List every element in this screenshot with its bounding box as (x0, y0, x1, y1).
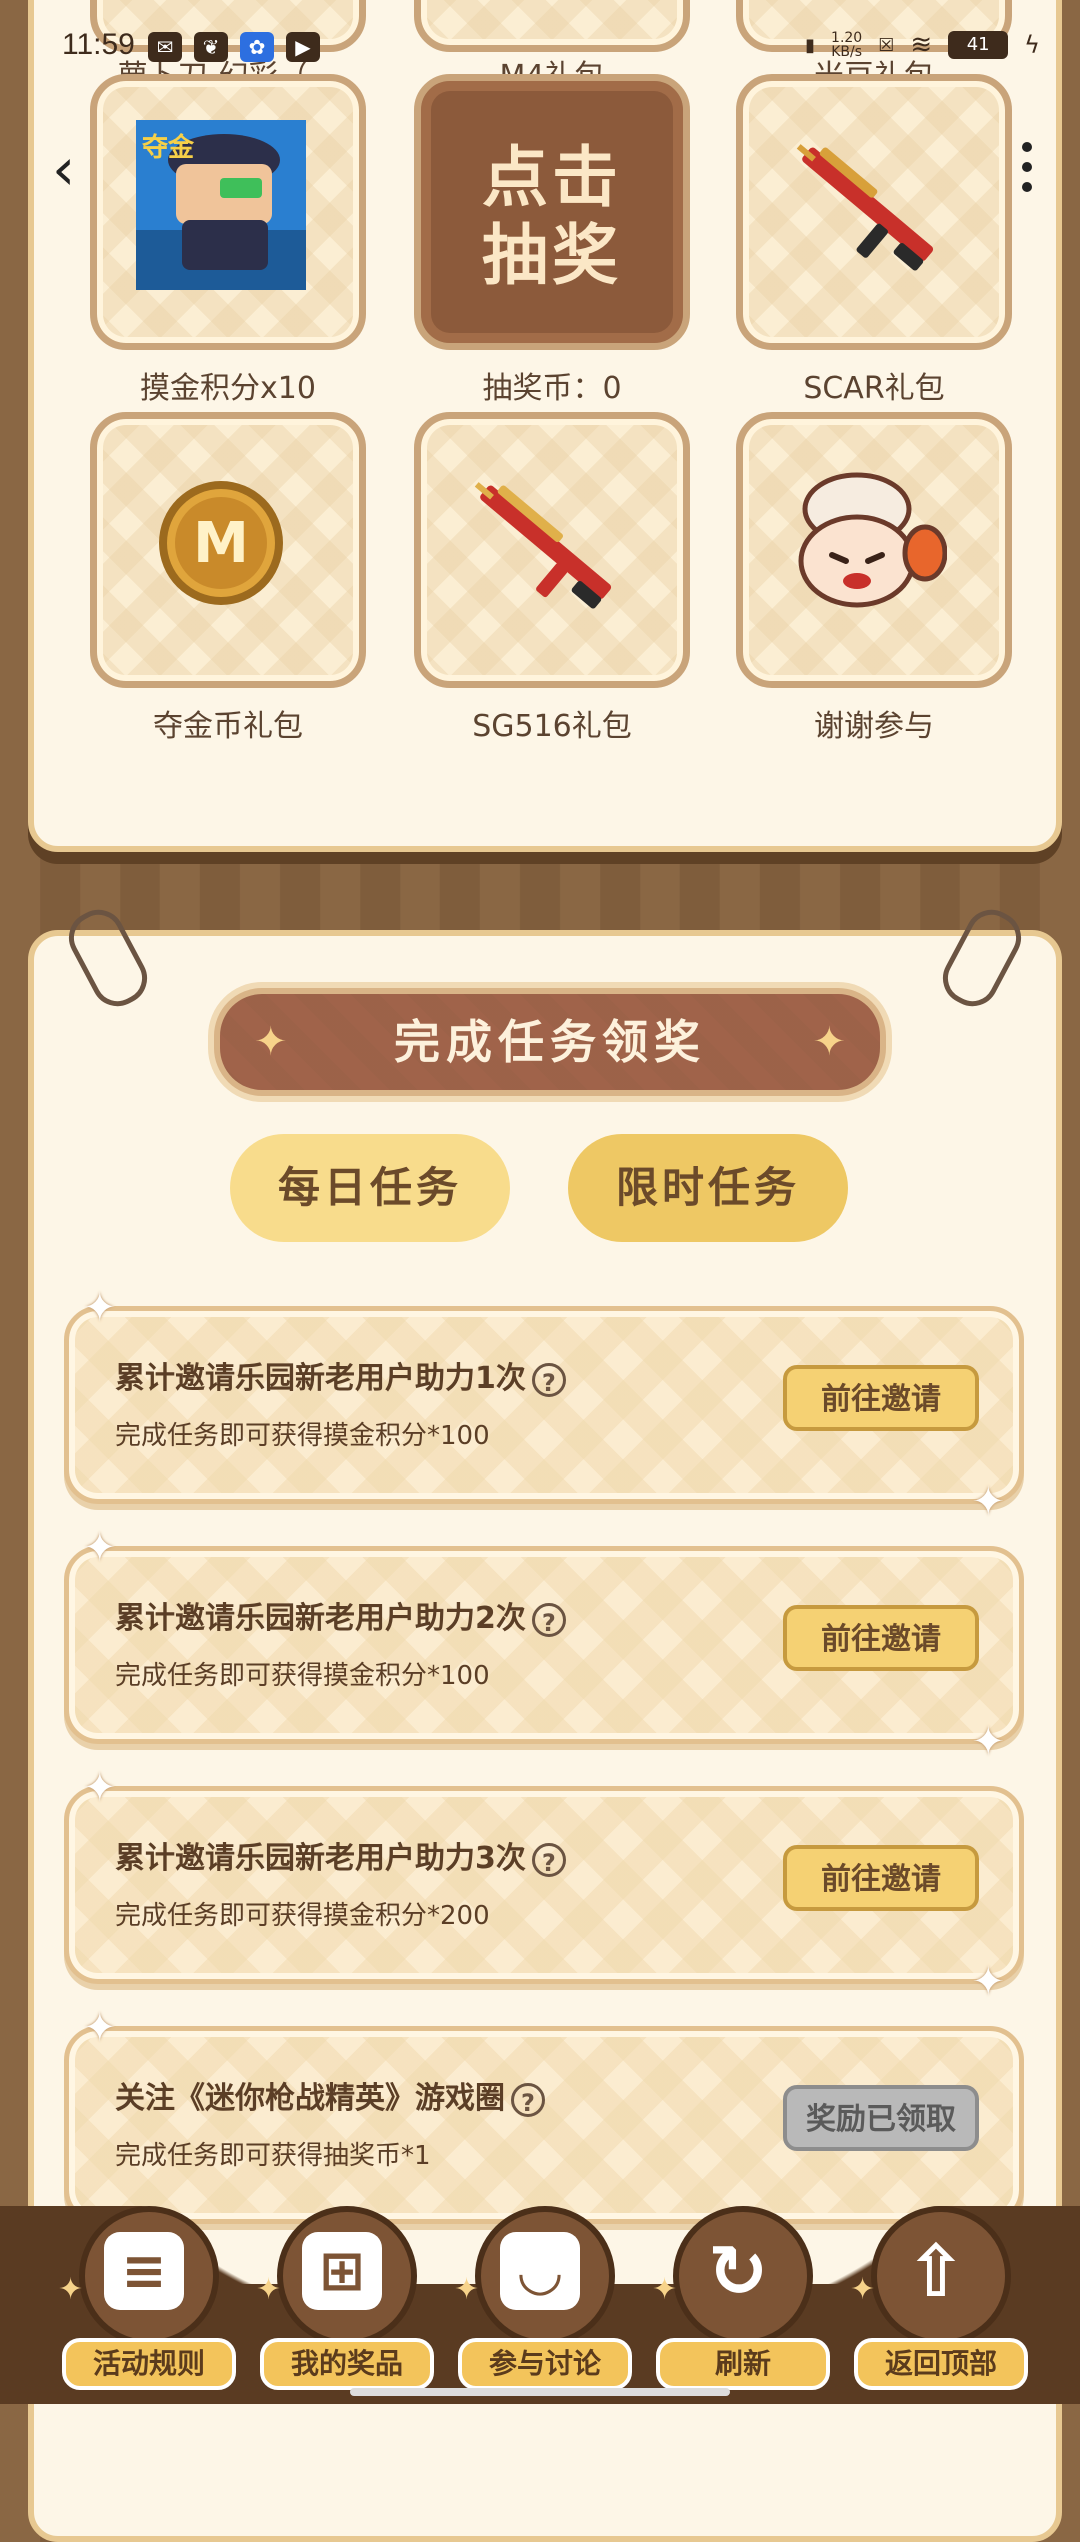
refresh-icon: ↻ (707, 2229, 769, 2313)
status-bar: 11:59 ✉ ❦ ✿ ▶ ▮ 1.20 KB/s ☒ ≋ 41 ϟ (0, 0, 1080, 100)
help-icon[interactable]: ? (511, 2082, 545, 2117)
sparkle-icon: ✦ (812, 1019, 846, 1065)
task-card: 关注《迷你枪战精英》游戏圈? 完成任务即可获得抽奖币*1 奖励已领取 ✦ (64, 2005, 1024, 2224)
chat-icon: ◡ (500, 2232, 580, 2310)
task-description: 完成任务即可获得摸金积分*100 (115, 1661, 490, 1691)
my-prizes-button[interactable]: ⊞ ✦ 我的奖品 (256, 2206, 434, 2396)
task-card: 累计邀请乐园新老用户助力2次? 完成任务即可获得摸金积分*100 前往邀请 ✦ … (64, 1525, 1024, 1765)
sim-off-icon: ☒ (878, 34, 895, 56)
prize-cell: 谢谢参与 (736, 412, 1012, 744)
leaf-icon: ❦ (194, 32, 228, 62)
play-icon: ▶ (286, 32, 320, 62)
invite-button[interactable]: 前往邀请 (783, 1365, 979, 1431)
help-icon[interactable]: ? (531, 1602, 566, 1637)
sparkle-icon: ✦ (454, 2272, 480, 2307)
draw-line-1: 点击 (482, 139, 622, 216)
task-title: 累计邀请乐园新老用户助力1次 (115, 1361, 526, 1396)
prize-cell: M 夺金币礼包 (90, 412, 366, 744)
task-description: 完成任务即可获得抽奖币*1 (115, 2141, 431, 2171)
task-title: 累计邀请乐园新老用户助力2次 (115, 1601, 526, 1636)
refresh-label: 刷新 (656, 2338, 830, 2390)
prize-label: 夺金币礼包 (153, 709, 303, 744)
prize-label: SG516礼包 (472, 709, 632, 744)
sparkle-icon: ✦ (971, 1479, 1005, 1525)
invite-button[interactable]: 前往邀请 (783, 1845, 979, 1911)
battery-level: 41 (966, 34, 990, 55)
task-title: 累计邀请乐园新老用户助力3次 (115, 1841, 526, 1876)
tab-limited-tasks[interactable]: 限时任务 (568, 1134, 848, 1242)
tasks-banner-title: 完成任务领奖 (394, 1015, 706, 1069)
battery-icon: 41 (948, 31, 1009, 59)
document-icon: ≡ (104, 2232, 184, 2310)
mail-icon: ✉ (148, 32, 182, 62)
sparkle-icon: ✦ (254, 1019, 288, 1065)
prize-cell: 夺金 摸金积分x10 (90, 74, 366, 406)
chef-character-icon (798, 472, 947, 608)
net-speed: 1.20 KB/s (831, 30, 863, 60)
task-card: 累计邀请乐园新老用户助力3次? 完成任务即可获得摸金积分*200 前往邀请 ✦ … (64, 1765, 1024, 2005)
prize-cell: SG516礼包 (414, 412, 690, 744)
gold-coin-icon: M (159, 481, 283, 605)
sparkle-icon: ✦ (58, 2272, 84, 2307)
task-description: 完成任务即可获得摸金积分*100 (115, 1421, 490, 1451)
svg-text:M: M (193, 511, 249, 576)
task-title: 关注《迷你枪战精英》游戏圈 (115, 2081, 505, 2116)
tab-daily-tasks[interactable]: 每日任务 (230, 1134, 510, 1242)
draw-button[interactable]: 点击 抽奖 抽奖币：0 (414, 74, 690, 406)
back-icon[interactable]: ‹ (52, 140, 75, 198)
paw-icon: ✿ (240, 32, 274, 62)
gift-icon: ⊞ (302, 2232, 382, 2310)
prize-label: SCAR礼包 (803, 371, 945, 406)
draw-coin-count: 抽奖币：0 (482, 371, 622, 406)
prize-cell: SCAR礼包 (736, 74, 1012, 406)
charging-icon: ϟ (1024, 31, 1040, 59)
more-options-icon[interactable] (1022, 142, 1032, 192)
invite-button[interactable]: 前往邀请 (783, 1605, 979, 1671)
paperclip-icon (933, 900, 1031, 1016)
sparkle-icon: ✦ (971, 1959, 1005, 2005)
prize-label: 摸金积分x10 (140, 371, 316, 406)
svg-text:夺金: 夺金 (142, 132, 195, 163)
my-prizes-label: 我的奖品 (260, 2338, 434, 2390)
sparkle-icon: ✦ (652, 2272, 678, 2307)
rules-label: 活动规则 (62, 2338, 236, 2390)
sparkle-icon: ✦ (83, 1285, 117, 1331)
back-to-top-button[interactable]: ⇧ ✦ 返回顶部 (850, 2206, 1028, 2396)
reward-claimed-button: 奖励已领取 (783, 2085, 979, 2151)
wifi-icon: ≋ (910, 30, 933, 60)
discussion-label: 参与讨论 (458, 2338, 632, 2390)
back-to-top-icon: ⇧ (905, 2229, 967, 2313)
task-description: 完成任务即可获得摸金积分*200 (115, 1901, 490, 1931)
draw-line-2: 抽奖 (482, 217, 622, 294)
sparkle-icon: ✦ (83, 1525, 117, 1571)
refresh-button[interactable]: ↻ ✦ 刷新 (652, 2206, 830, 2396)
home-indicator[interactable] (350, 2388, 730, 2396)
sparkle-icon: ✦ (971, 1719, 1005, 1765)
draw-button-text: 点击 抽奖 (421, 139, 683, 295)
rifle-icon (796, 144, 934, 271)
paperclip-icon (59, 900, 157, 1016)
sparkle-icon: ✦ (256, 2272, 282, 2307)
sparkle-icon: ✦ (83, 2005, 117, 2051)
status-time: 11:59 (62, 28, 135, 61)
sparkle-icon: ✦ (850, 2272, 876, 2307)
rifle-icon (474, 482, 612, 609)
sparkle-icon: ✦ (83, 1765, 117, 1811)
help-icon[interactable]: ? (531, 1362, 566, 1397)
vibrate-icon: ▮ (805, 34, 816, 56)
soldier-avatar-icon: 夺金 (136, 120, 306, 290)
tasks-banner: ✦ 完成任务领奖 ✦ (214, 988, 886, 1096)
rules-button[interactable]: ≡ ✦ 活动规则 (58, 2206, 236, 2396)
prize-label: 谢谢参与 (814, 709, 934, 744)
back-to-top-label: 返回顶部 (854, 2338, 1028, 2390)
help-icon[interactable]: ? (531, 1842, 566, 1877)
task-card: 累计邀请乐园新老用户助力1次? 完成任务即可获得摸金积分*100 前往邀请 ✦ … (64, 1285, 1024, 1525)
bottom-dock: ≡ ✦ 活动规则 ⊞ ✦ 我的奖品 ◡ ✦ 参与讨论 ↻ ✦ 刷新 ⇧ ✦ 返回… (0, 2206, 1080, 2404)
lottery-panel: 萝卜刀-幻彩（… M4礼包 米豆礼包 夺金 摸金积分x10 点击 抽奖 抽奖币：… (28, 0, 1062, 852)
discussion-button[interactable]: ◡ ✦ 参与讨论 (454, 2206, 632, 2396)
